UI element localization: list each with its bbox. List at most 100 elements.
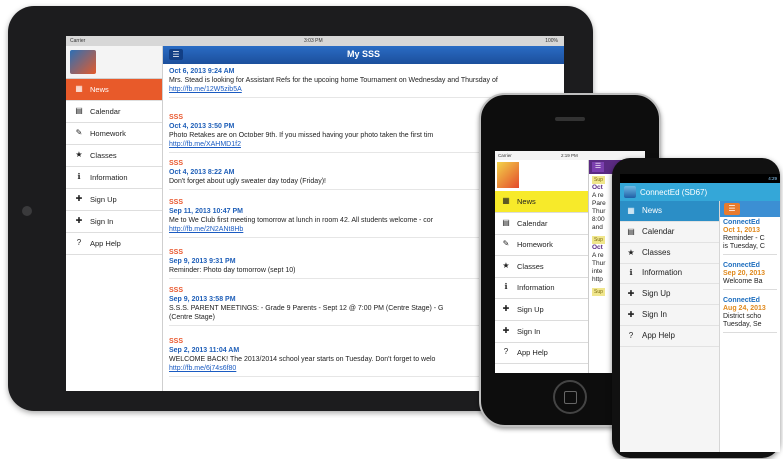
news-post[interactable]: ConnectEd Sep 20, 2013 Welcome Ba (720, 260, 780, 295)
sidebar-item-label: Sign In (517, 326, 541, 336)
ipad-nav-bar: ☰ My SSS (163, 46, 564, 64)
sidebar-item-sign-up[interactable]: ✚ Sign Up (620, 284, 719, 306)
sidebar-item-homework[interactable]: ✎ Homework (495, 234, 588, 257)
post-text-line: District scho (723, 313, 762, 320)
sidebar-item-sign-in[interactable]: ✚ Sign In (495, 321, 588, 343)
sidebar-item-calendar[interactable]: ▤ Calendar (66, 101, 162, 123)
news-post[interactable]: ConnectEd Aug 24, 2013 District scho Tuesda… (720, 295, 780, 338)
sidebar-item-news[interactable]: ▦ News (495, 191, 588, 213)
battery-label: 100% (545, 38, 558, 44)
school-logo (497, 162, 519, 188)
sidebar-item-label: Information (642, 268, 683, 278)
sidebar-item-app-help[interactable]: ? App Help (495, 342, 588, 365)
post-divider (723, 289, 777, 290)
sidebar-item-news[interactable]: ▦ News (66, 79, 162, 101)
sidebar-item-label: App Help (642, 330, 675, 340)
post-divider (723, 332, 777, 333)
news-icon: ▦ (75, 84, 83, 93)
clock-label: 4:29 (768, 176, 777, 181)
sidebar-item-label: Sign Up (642, 289, 671, 299)
sidebar-item-sign-in[interactable]: ✚ Sign In (620, 305, 719, 326)
sidebar-item-classes[interactable]: ★ Classes (66, 145, 162, 167)
sidebar-item-calendar[interactable]: ▤ Calendar (620, 222, 719, 243)
iphone-speaker (555, 117, 585, 121)
post-date: Oct 6, 2013 9:24 AM (169, 68, 235, 75)
sidebar-item-label: Classes (517, 261, 544, 271)
sidebar-item-news[interactable]: ▦ News (620, 201, 719, 222)
sidebar-item-label: Calendar (90, 107, 121, 116)
sign-up-icon: ✚ (502, 304, 510, 313)
homework-icon: ✎ (502, 239, 510, 249)
sidebar-item-label: Homework (90, 129, 126, 138)
sidebar-item-app-help[interactable]: ? App Help (66, 233, 162, 255)
news-icon: ▦ (627, 206, 635, 215)
help-icon: ? (76, 238, 82, 247)
sidebar-header (66, 46, 162, 79)
sidebar-item-label: Information (90, 173, 128, 182)
info-icon: ℹ (77, 172, 81, 181)
sign-in-icon: ✚ (502, 325, 510, 335)
sign-in-icon: ✚ (627, 310, 635, 319)
android-sidebar: ▦ News ▤ Calendar ★ Classes ℹ Information ✚ Sign … (620, 201, 720, 452)
carrier-label: Carrier (70, 38, 86, 44)
android-device: 4:29 ConnectEd (SD67) ▦ News ▤ Calendar ★ Cla… (612, 158, 780, 458)
sidebar-item-classes[interactable]: ★ Classes (495, 256, 588, 278)
post-source: ConnectEd (723, 219, 760, 226)
app-help-icon: ? (628, 330, 634, 340)
post-text-line: Reminder - C (723, 235, 765, 242)
list-icon[interactable]: ☰ (724, 203, 740, 215)
sidebar-item-label: Information (517, 283, 555, 293)
information-icon: ℹ (504, 282, 508, 292)
sidebar-item-homework[interactable]: ✎ Homework (66, 123, 162, 145)
news-feed[interactable]: ConnectEd Oct 1, 2013 Reminder - Cis Tuesd… (720, 217, 780, 452)
iphone-sidebar: ▦ News ▤ Calendar ✎ Homework ★ Classes ℹ Informat… (495, 160, 589, 373)
sidebar-item-label: Classes (642, 247, 671, 257)
sidebar-item-sign-up[interactable]: ✚ Sign Up (66, 189, 162, 211)
home-button[interactable] (553, 380, 587, 414)
sidebar-item-label: Sign Up (90, 195, 117, 204)
classes-icon: ★ (502, 260, 510, 270)
post-date: Aug 24, 2013 (723, 305, 766, 312)
sidebar-item-label: Classes (90, 151, 117, 160)
news-icon: ▦ (502, 196, 510, 205)
sidebar-item-information[interactable]: ℹ Information (620, 263, 719, 285)
post-source: ConnectEd (723, 297, 760, 304)
calendar-icon: ▤ (75, 106, 83, 115)
sidebar-item-label: News (90, 85, 109, 94)
post-text-line: Welcome Ba (723, 278, 763, 285)
ipad-status-bar: Carrier 3:03 PM 100% (66, 36, 564, 46)
sidebar-item-information[interactable]: ℹ Information (495, 277, 588, 300)
sidebar-item-calendar[interactable]: ▤ Calendar (495, 213, 588, 235)
school-logo (70, 50, 96, 74)
post-date: Oct 1, 2013 (723, 227, 760, 234)
sidebar-item-label: Sign In (642, 310, 667, 319)
sidebar-item-information[interactable]: ℹ Information (66, 167, 162, 189)
sidebar-item-app-help[interactable]: ? App Help (620, 326, 719, 347)
post-source-badge: Sup (592, 288, 605, 296)
star-icon: ★ (75, 150, 83, 159)
homework-icon: ✎ (75, 128, 83, 137)
ipad-camera-dot (22, 206, 32, 216)
android-app-bar: ConnectEd (SD67) (620, 183, 780, 201)
sidebar-item-label: Calendar (517, 218, 548, 228)
post-text-line: is Tuesday, C (723, 243, 765, 250)
post-text: Mrs. Stead is looking for Assistant Refs… (169, 77, 498, 84)
sidebar-item-label: App Help (90, 239, 121, 248)
sidebar-item-classes[interactable]: ★ Classes (620, 243, 719, 264)
page-title: My SSS (346, 49, 380, 59)
list-icon[interactable]: ☰ (592, 162, 604, 172)
news-post[interactable]: ConnectEd Oct 1, 2013 Reminder - Cis Tuesd… (720, 217, 780, 260)
sidebar-item-sign-up[interactable]: ✚ Sign Up (495, 299, 588, 321)
sidebar-item-label: Sign Up (517, 305, 544, 314)
android-content-header: ☰ (720, 201, 780, 217)
user-add-icon: ✚ (75, 194, 83, 203)
sidebar-item-label: Homework (517, 240, 553, 250)
user-icon: ✚ (75, 216, 83, 225)
post-divider (723, 254, 777, 255)
calendar-icon: ▤ (502, 217, 510, 227)
android-screen: 4:29 ConnectEd (SD67) ▦ News ▤ Calendar ★ Cla… (620, 174, 780, 452)
post-source-badge: Sup (592, 236, 605, 244)
sidebar-item-sign-in[interactable]: ✚ Sign In (66, 211, 162, 233)
sidebar-item-label: Calendar (642, 226, 675, 236)
post-source: ConnectEd (723, 262, 760, 269)
